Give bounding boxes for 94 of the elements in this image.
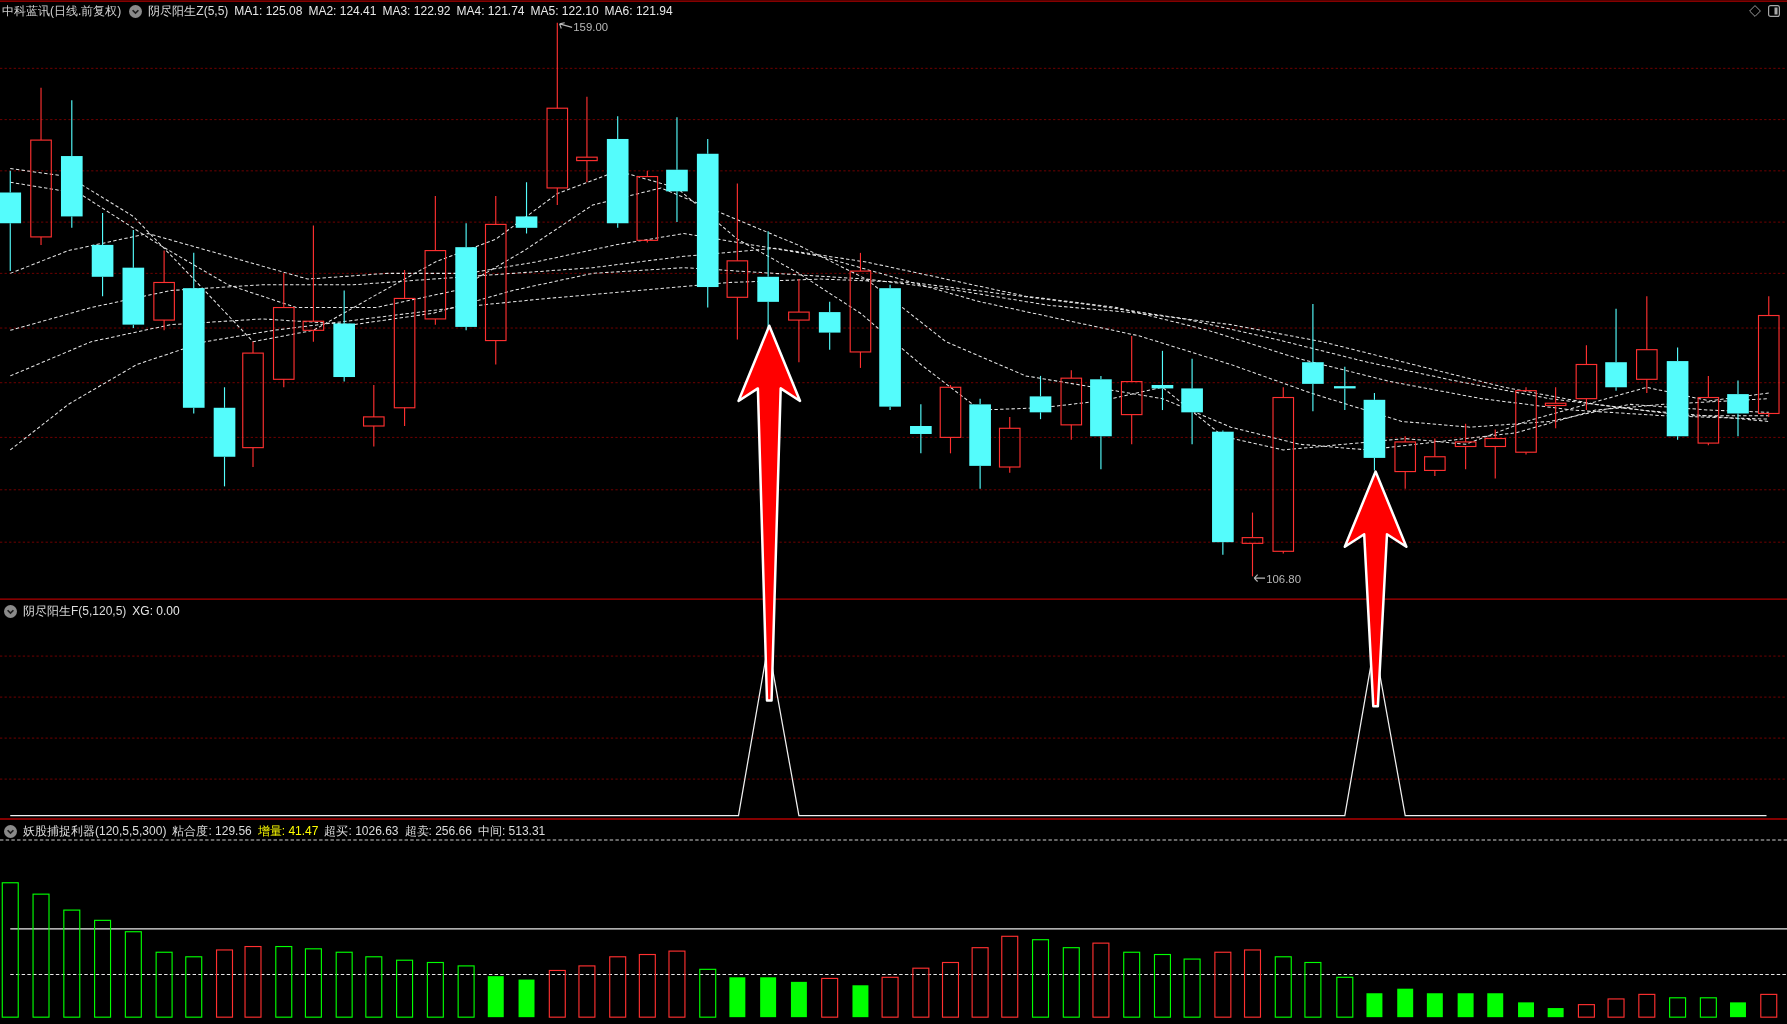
- chevron-circle-icon[interactable]: [4, 824, 17, 838]
- indicator-bar: [1730, 1002, 1746, 1018]
- indicator-bar: [304, 948, 322, 1018]
- indicator-bar: [609, 956, 627, 1018]
- indicator-bar: [1304, 961, 1322, 1018]
- candle: [910, 403, 932, 454]
- candle: [1029, 375, 1052, 420]
- indicator-bar: [1760, 993, 1778, 1018]
- indicator-bar: [1214, 951, 1232, 1018]
- price-label: 106.80: [1266, 572, 1301, 585]
- indicator-value: MA5: 122.10: [530, 4, 599, 18]
- stock-title: 中科蓝讯(日线.前复权): [2, 4, 122, 18]
- indicator-name: 阴尽阳生Z(5,5): [148, 4, 229, 18]
- indicator-bar: [335, 951, 353, 1018]
- indicator-bar: [1638, 993, 1656, 1018]
- candle: [515, 181, 538, 235]
- indicator-value: MA4: 121.74: [456, 4, 525, 18]
- candle: [1575, 344, 1598, 411]
- candle: [1241, 512, 1264, 577]
- indicator-bar: [1518, 1002, 1534, 1018]
- indicator-bar: [1457, 993, 1474, 1018]
- candle: [1424, 437, 1446, 477]
- indicator-bar: [1577, 1004, 1595, 1018]
- price-label: 159.00: [573, 21, 609, 34]
- leader-arrow: [1253, 574, 1266, 583]
- indicator-bar: [912, 967, 930, 1018]
- indicator-bar: [852, 985, 869, 1018]
- candle: [939, 384, 962, 454]
- candle: [1151, 350, 1174, 411]
- indicator-bar: [578, 965, 596, 1018]
- indicator-bar: [668, 950, 686, 1018]
- indicator-bar: [487, 976, 504, 1018]
- diamond-icon[interactable]: [1749, 5, 1761, 17]
- indicator-bar: [1123, 951, 1141, 1018]
- indicator-bar: [1062, 947, 1080, 1018]
- indicator-bar: [1699, 997, 1717, 1018]
- leader-arrow: [559, 22, 573, 30]
- indicator-bar: [1397, 988, 1414, 1018]
- indicator-name: 妖股捕捉利器(120,5,5,300): [23, 824, 167, 838]
- indicator-bar: [548, 969, 566, 1018]
- indicator-bar: [215, 949, 234, 1018]
- indicator-value: 超卖: 256.66: [404, 824, 472, 838]
- indicator-value: 粘合度: 129.56: [172, 824, 252, 838]
- indicator-bar: [760, 977, 777, 1018]
- indicator-bar: [638, 953, 656, 1018]
- indicator-bar: [185, 956, 203, 1018]
- indicator-bar: [1153, 953, 1171, 1018]
- indicator-bar: [729, 977, 746, 1018]
- indicator-bar: [396, 959, 414, 1018]
- chevron-circle-icon[interactable]: [129, 4, 143, 18]
- indicator-value: MA6: 121.94: [604, 4, 673, 18]
- indicator-bar: [1547, 1008, 1564, 1018]
- indicator-bar: [1336, 976, 1354, 1018]
- candle: [1060, 369, 1083, 441]
- candle: [1334, 366, 1356, 411]
- indicator-value: MA2: 124.41: [308, 4, 377, 18]
- indicator-bar: [1607, 998, 1625, 1018]
- indicator-bar: [155, 951, 173, 1018]
- candle: [818, 301, 841, 351]
- candle: [998, 416, 1021, 474]
- indicator-bar: [1274, 956, 1292, 1018]
- candle: [1515, 386, 1537, 456]
- indicator-value: MA1: 125.08: [234, 4, 303, 18]
- indicator-bar: [457, 965, 475, 1018]
- indicator-value: MA3: 122.92: [382, 4, 451, 18]
- candle: [1544, 386, 1567, 429]
- candle: [363, 384, 385, 448]
- indicator-bar: [426, 961, 444, 1018]
- indicator-bar: [1487, 993, 1504, 1018]
- indicator-bar: [365, 956, 383, 1018]
- indicator-bar: [881, 976, 899, 1018]
- indicator-value: 中间: 513.31: [477, 824, 546, 838]
- indicator-bar: [1183, 958, 1201, 1018]
- indicator-bar: [1426, 993, 1443, 1018]
- indicator-value: XG: 0.00: [132, 604, 180, 618]
- candle: [1394, 435, 1417, 490]
- candle: [1484, 428, 1507, 479]
- indicator-bar: [699, 968, 717, 1018]
- chevron-circle-icon[interactable]: [4, 604, 17, 618]
- indicator-bar: [971, 947, 989, 1018]
- indicator-name: 阴尽阳生F(5,120,5): [23, 604, 127, 618]
- indicator-value: 增量: 41.47: [257, 824, 319, 838]
- indicator-value: 超买: 1026.63: [324, 824, 399, 838]
- indicator-bar: [518, 979, 535, 1018]
- candle: [1697, 375, 1720, 446]
- indicator-bar: [1669, 997, 1687, 1018]
- indicator-bar: [1366, 993, 1383, 1018]
- candle: [1727, 379, 1749, 437]
- indicator-bar: [790, 981, 807, 1018]
- sidebar-icon[interactable]: [1768, 5, 1780, 17]
- indicator-bar: [941, 961, 960, 1018]
- indicator-bar: [821, 977, 839, 1018]
- candle: [1454, 423, 1477, 470]
- indicator-bar: [1243, 949, 1262, 1018]
